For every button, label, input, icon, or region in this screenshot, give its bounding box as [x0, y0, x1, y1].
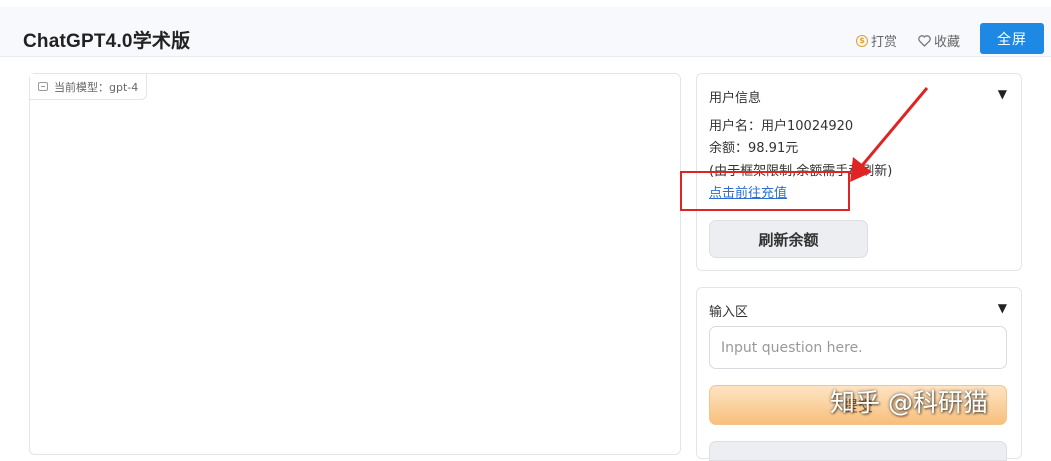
annotation-arrow-icon	[850, 87, 929, 182]
watermark: 知乎 @科研猫	[830, 388, 988, 417]
